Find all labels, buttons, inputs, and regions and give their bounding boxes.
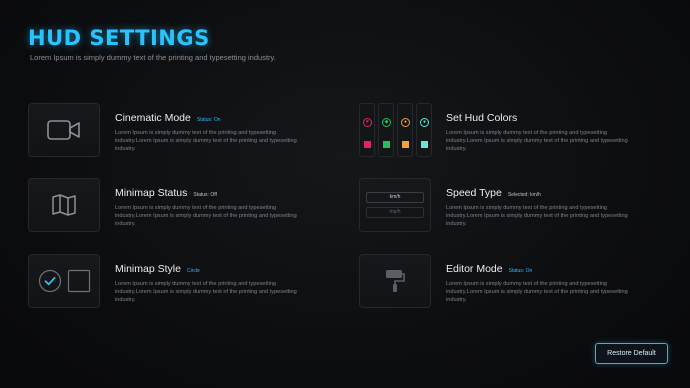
color-square [421, 141, 428, 148]
setting-speed-type[interactable]: km/h mp/h Speed Type Selected: km/h Lore… [359, 178, 679, 234]
setting-editor-mode[interactable]: Editor Mode Status: On Lorem Ipsum is si… [359, 254, 679, 310]
color-swatch-armor[interactable]: ◆ [378, 103, 394, 157]
speed-type-thumbnail: km/h mp/h [359, 178, 431, 232]
status-badge: Circle [186, 268, 200, 274]
setting-name: Minimap Style [115, 263, 181, 275]
status-badge: Status: Off [193, 192, 217, 198]
folded-map-icon [52, 194, 76, 216]
setting-description: Lorem Ipsum is simply dummy text of the … [115, 205, 297, 227]
color-square [364, 141, 371, 148]
color-square [402, 141, 409, 148]
setting-description: Lorem Ipsum is simply dummy text of the … [446, 205, 628, 227]
setting-hud-colors[interactable]: ♥ ◆ ● ● Set Hud Colors Lorem Ipsum is si… [359, 103, 679, 159]
speed-option-mph[interactable]: mp/h [366, 207, 424, 218]
minimap-style-thumbnail [28, 254, 100, 308]
setting-cinematic-mode[interactable]: Cinematic Mode Status: On Lorem Ipsum is… [28, 103, 348, 159]
color-swatch-hunger[interactable]: ● [397, 103, 413, 157]
shield-icon: ◆ [382, 118, 391, 127]
status-badge: Selected: km/h [507, 192, 541, 198]
setting-description: Lorem Ipsum is simply dummy text of the … [115, 130, 297, 152]
setting-name: Cinematic Mode [115, 112, 191, 124]
paint-roller-icon [386, 270, 405, 292]
checkmark-icon [44, 276, 55, 286]
color-square [383, 141, 390, 148]
setting-description: Lorem Ipsum is simply dummy text of the … [115, 281, 297, 303]
heart-icon: ♥ [363, 118, 372, 127]
setting-name: Editor Mode [446, 263, 503, 275]
page-subtitle: Lorem Ipsum is simply dummy text of the … [30, 53, 276, 62]
minimap-square-option[interactable] [67, 269, 91, 293]
water-drop-icon: ● [420, 118, 429, 127]
speed-option-kmh[interactable]: km/h [366, 192, 424, 203]
minimap-status-thumbnail[interactable] [28, 178, 100, 232]
setting-name: Set Hud Colors [446, 112, 518, 124]
video-camera-icon [47, 120, 80, 140]
setting-description: Lorem Ipsum is simply dummy text of the … [446, 281, 628, 303]
setting-name: Speed Type [446, 187, 502, 199]
minimap-circle-option[interactable] [38, 269, 62, 293]
restore-default-button[interactable]: Restore Default [595, 343, 668, 364]
status-badge: Status: On [196, 117, 221, 123]
food-icon: ● [401, 118, 410, 127]
setting-minimap-status[interactable]: Minimap Status Status: Off Lorem Ipsum i… [28, 178, 348, 234]
editor-mode-thumbnail[interactable] [359, 254, 431, 308]
color-swatch-health[interactable]: ♥ [359, 103, 375, 157]
setting-minimap-style[interactable]: Minimap Style Circle Lorem Ipsum is simp… [28, 254, 348, 310]
cinematic-mode-thumbnail[interactable] [28, 103, 100, 157]
status-badge: Status: On [508, 268, 533, 274]
setting-name: Minimap Status [115, 187, 188, 199]
page-title: HUD SETTINGS [28, 26, 210, 50]
setting-description: Lorem Ipsum is simply dummy text of the … [446, 130, 628, 152]
color-swatch-thirst[interactable]: ● [416, 103, 432, 157]
